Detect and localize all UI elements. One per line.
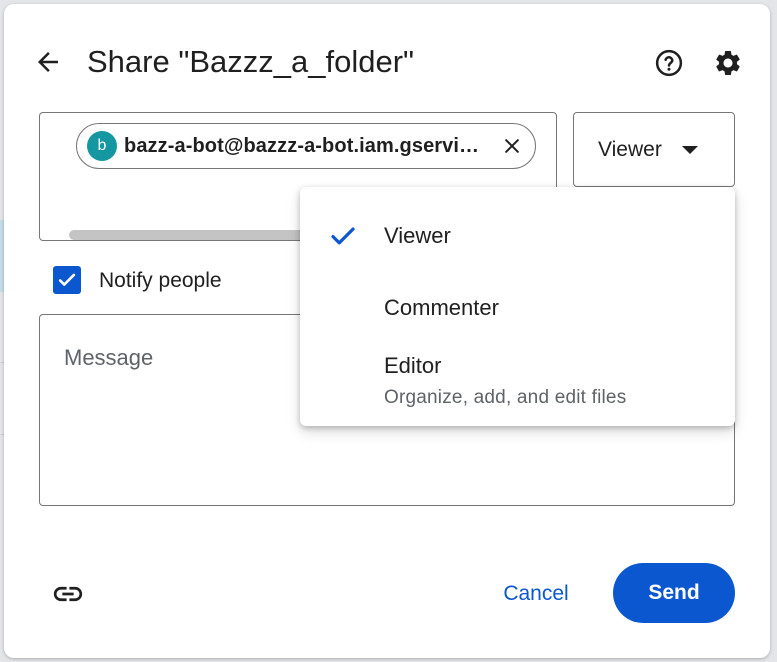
menu-item-description: Organize, add, and edit files	[384, 387, 627, 408]
copy-link-button[interactable]	[48, 574, 88, 614]
role-dropdown[interactable]: Viewer	[573, 112, 735, 187]
recipient-chip[interactable]: b bazz-a-bot@bazzz-a-bot.iam.gservi…	[76, 123, 536, 169]
menu-item-label: Editor	[384, 353, 442, 378]
menu-item-label: Commenter	[384, 295, 499, 320]
role-menu: Viewer Commenter Editor Organize, add, a…	[300, 187, 735, 426]
settings-button[interactable]	[711, 46, 745, 80]
cancel-button[interactable]: Cancel	[486, 566, 586, 622]
role-dropdown-value: Viewer	[598, 137, 662, 161]
avatar: b	[87, 131, 117, 161]
back-button[interactable]	[30, 44, 66, 80]
notify-people-label: Notify people	[99, 269, 222, 292]
close-icon	[505, 139, 519, 153]
send-button[interactable]: Send	[613, 563, 735, 623]
gear-icon	[716, 50, 740, 75]
help-button[interactable]	[652, 46, 686, 80]
check-icon	[331, 227, 355, 245]
dialog-title: Share "Bazzz_a_folder"	[87, 44, 415, 79]
notify-people-checkbox[interactable]	[53, 266, 81, 294]
menu-item-label: Viewer	[384, 223, 451, 248]
checkmark-icon	[58, 273, 76, 286]
link-icon	[53, 586, 83, 602]
help-circle-icon	[655, 49, 683, 77]
menu-item-viewer[interactable]: Viewer	[300, 187, 735, 283]
remove-recipient-button[interactable]	[500, 134, 524, 158]
horizontal-scrollbar[interactable]	[69, 230, 309, 240]
message-placeholder: Message	[64, 345, 154, 370]
menu-item-editor[interactable]: Editor Organize, add, and edit files	[300, 345, 735, 425]
arrow-back-icon	[38, 52, 58, 72]
caret-down-icon	[681, 145, 698, 154]
recipient-email: bazz-a-bot@bazzz-a-bot.iam.gservi…	[124, 134, 480, 157]
menu-item-commenter[interactable]: Commenter	[300, 283, 735, 345]
share-dialog: Share "Bazzz_a_folder" b bazz-a-bot@bazz…	[4, 4, 770, 658]
